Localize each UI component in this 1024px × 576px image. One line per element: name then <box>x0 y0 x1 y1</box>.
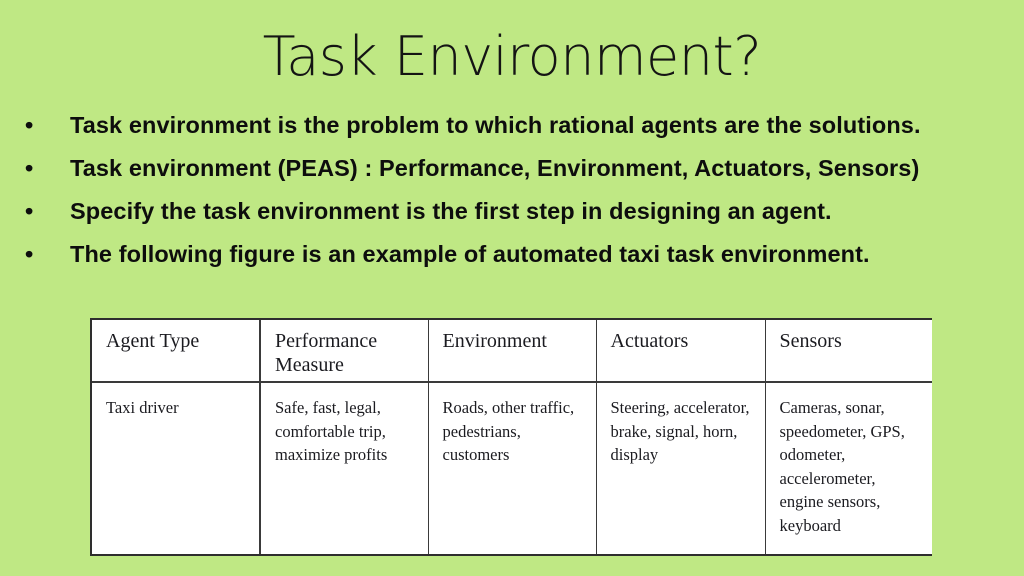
list-item: • Specify the task environment is the fi… <box>0 196 1024 226</box>
column-header-actuators: Actuators <box>596 320 766 383</box>
list-item-text: The following figure is an example of au… <box>70 241 870 267</box>
column-header-sensors: Sensors <box>765 320 932 383</box>
list-item: • Task environment is the problem to whi… <box>0 110 1024 140</box>
cell-performance-measure: Safe, fast, legal, comfortable trip, max… <box>259 382 429 554</box>
table-row: Taxi driver Safe, fast, legal, comfortab… <box>92 382 932 554</box>
cell-agent-type: Taxi driver <box>92 382 261 554</box>
bullet-icon: • <box>25 112 34 138</box>
column-header-agent-type: Agent Type <box>92 320 261 383</box>
list-item-text: Task environment is the problem to which… <box>70 112 921 138</box>
list-item-text: Specify the task environment is the firs… <box>70 198 832 224</box>
bullet-icon: • <box>25 155 34 181</box>
bullet-icon: • <box>25 241 34 267</box>
cell-sensors: Cameras, sonar, speedometer, GPS, odomet… <box>779 398 905 535</box>
bullet-icon: • <box>25 198 34 224</box>
list-item: • The following figure is an example of … <box>0 239 1024 269</box>
column-header-environment: Environment <box>428 320 597 383</box>
peas-table-container: Agent Type Performance Measure Environme… <box>90 318 932 556</box>
cell-environment: Roads, other traffic, pedestrians, custo… <box>428 382 597 554</box>
cell-actuators: Steering, accelerator, brake, signal, ho… <box>596 382 766 554</box>
column-header-performance-measure: Performance Measure <box>259 320 429 383</box>
bullet-list: • Task environment is the problem to whi… <box>0 110 1024 282</box>
list-item: • Task environment (PEAS) : Performance,… <box>0 153 1024 183</box>
page-title: Task Environment? <box>262 25 762 88</box>
list-item-text: Task environment (PEAS) : Performance, E… <box>70 155 920 181</box>
peas-table: Agent Type Performance Measure Environme… <box>92 320 932 554</box>
table-header-row: Agent Type Performance Measure Environme… <box>92 320 932 383</box>
